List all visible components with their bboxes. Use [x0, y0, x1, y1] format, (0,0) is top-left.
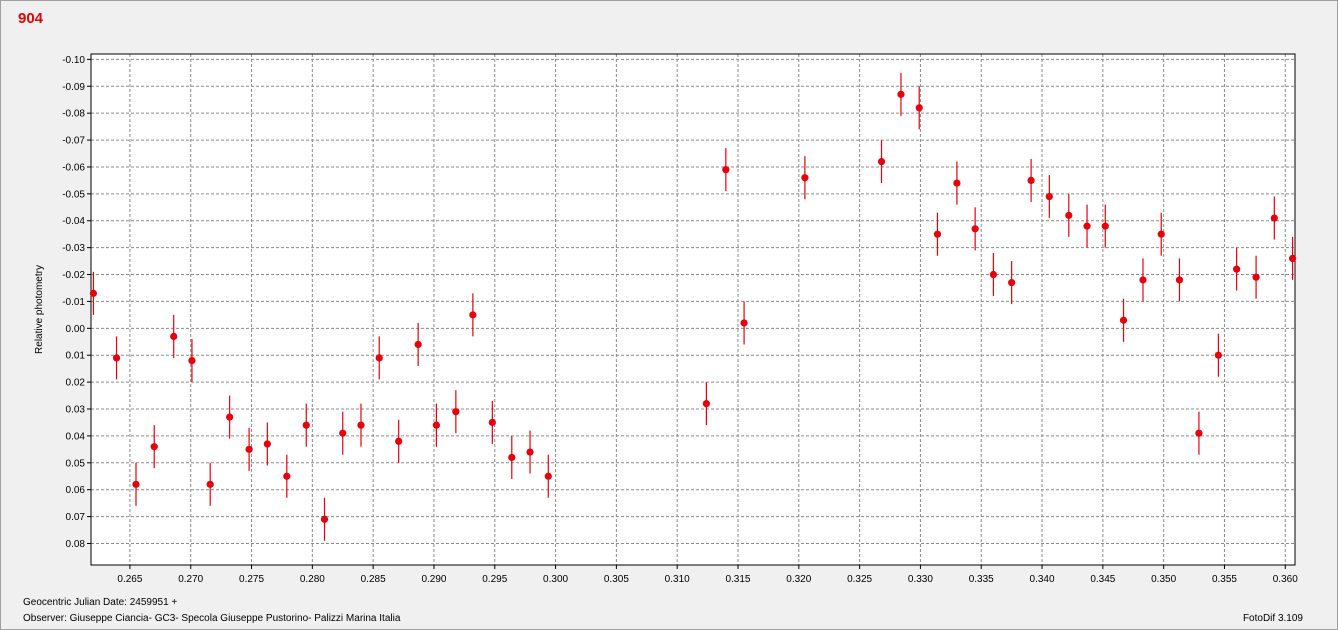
point-marker — [339, 429, 347, 437]
x-tick-label: 0.360 — [1273, 574, 1298, 585]
x-tick-label: 0.280 — [300, 574, 325, 585]
x-tick-label: 0.315 — [725, 574, 750, 585]
y-tick-label: 0.04 — [66, 431, 86, 442]
y-tick-label: -0.04 — [62, 216, 85, 227]
x-tick-label: 0.300 — [543, 574, 568, 585]
point-marker — [283, 472, 291, 480]
point-marker — [933, 230, 942, 238]
point-marker — [170, 332, 178, 340]
point-marker — [302, 421, 310, 429]
y-tick-label: -0.06 — [62, 162, 85, 173]
point-marker — [89, 289, 98, 297]
x-tick-label: 0.305 — [604, 574, 629, 585]
x-tick-label: 0.325 — [847, 574, 872, 585]
software-version: FotoDif 3.109 — [1242, 613, 1303, 624]
y-tick-label: -0.05 — [62, 189, 85, 200]
x-tick-label: 0.285 — [361, 574, 386, 585]
point-marker — [395, 437, 403, 445]
point-marker — [897, 90, 905, 98]
point-marker — [801, 174, 809, 182]
point-marker — [740, 319, 748, 327]
plot-area: 0.265 0.270 0.275 0.280 0.285 0.290 0.295 0.300… — [34, 53, 1298, 585]
point-marker — [953, 179, 961, 187]
point-marker — [1270, 214, 1278, 222]
point-marker — [1214, 351, 1222, 359]
point-marker — [971, 225, 979, 233]
x-tick-label: 0.265 — [117, 574, 142, 585]
y-tick-label: 0.06 — [66, 485, 86, 496]
point-marker — [1008, 279, 1016, 287]
point-marker — [375, 354, 383, 362]
y-tick-label: -0.08 — [62, 109, 85, 120]
x-tick-label: 0.330 — [908, 574, 933, 585]
y-tick-label: -0.01 — [62, 297, 85, 308]
point-marker — [1195, 429, 1203, 437]
point-marker — [132, 480, 140, 488]
y-tick-label: 0.05 — [66, 458, 86, 469]
point-marker — [1101, 222, 1109, 230]
x-tick-label: 0.335 — [969, 574, 994, 585]
point-marker — [989, 270, 997, 279]
point-marker — [1139, 276, 1147, 284]
point-marker — [1175, 276, 1184, 284]
point-marker — [245, 445, 253, 453]
point-marker — [544, 472, 552, 480]
point-marker — [188, 357, 196, 365]
y-tick-label: 0.00 — [66, 324, 86, 335]
point-marker — [112, 354, 121, 362]
point-marker — [1252, 273, 1260, 281]
point-marker — [357, 421, 365, 429]
x-tick-label: 0.320 — [786, 574, 811, 585]
point-marker — [722, 166, 730, 174]
point-marker — [1119, 316, 1128, 324]
point-marker — [469, 311, 477, 319]
point-marker — [1045, 192, 1053, 201]
plot-background — [91, 54, 1295, 565]
y-tick-label: -0.02 — [62, 270, 85, 281]
x-tick-label: 0.340 — [1030, 574, 1055, 585]
y-tick-label: 0.02 — [66, 378, 86, 389]
x-tick-label: 0.350 — [1151, 574, 1176, 585]
point-marker — [1027, 176, 1035, 185]
julian-date-label: Geocentric Julian Date: 2459951 + — [23, 597, 178, 608]
chart-window: 904 0.265 0.270 0.275 0.280 0.285 0.290 0.295 0… — [0, 0, 1338, 630]
point-marker — [508, 453, 516, 462]
point-marker — [1288, 254, 1297, 262]
point-marker — [877, 157, 886, 166]
point-marker — [452, 408, 460, 416]
point-marker — [526, 448, 534, 456]
y-tick-label: 0.07 — [66, 512, 86, 523]
point-marker — [488, 418, 496, 427]
x-tick-label: 0.270 — [178, 574, 203, 585]
point-marker — [1065, 211, 1073, 219]
point-marker — [1233, 265, 1241, 273]
y-tick-label: -0.09 — [62, 82, 85, 93]
y-axis-label: Relative photometry — [34, 265, 45, 354]
point-marker — [414, 340, 422, 349]
x-tick-label: 0.275 — [239, 574, 264, 585]
point-marker — [702, 400, 710, 408]
point-marker — [1157, 230, 1165, 238]
x-tick-label: 0.295 — [482, 574, 507, 585]
x-tick-label: 0.355 — [1212, 574, 1237, 585]
point-marker — [150, 443, 158, 451]
y-tick-label: -0.07 — [62, 136, 85, 147]
point-marker — [263, 440, 271, 448]
point-marker — [320, 515, 329, 523]
point-marker — [432, 421, 440, 429]
y-tick-label: 0.01 — [66, 351, 86, 362]
observer-label: Observer: Giuseppe Ciancia- GC3- Specola… — [23, 613, 401, 624]
y-tick-label: -0.03 — [62, 243, 85, 254]
x-tick-label: 0.345 — [1090, 574, 1115, 585]
point-marker — [1083, 222, 1091, 230]
x-tick-label: 0.310 — [665, 574, 690, 585]
point-marker — [915, 104, 923, 112]
y-tick-label: 0.08 — [66, 539, 86, 550]
point-marker — [206, 480, 214, 488]
x-tick-label: 0.290 — [421, 574, 446, 585]
y-tick-label: 0.03 — [66, 405, 86, 416]
point-marker — [226, 413, 234, 421]
y-tick-label: -0.10 — [62, 55, 85, 66]
